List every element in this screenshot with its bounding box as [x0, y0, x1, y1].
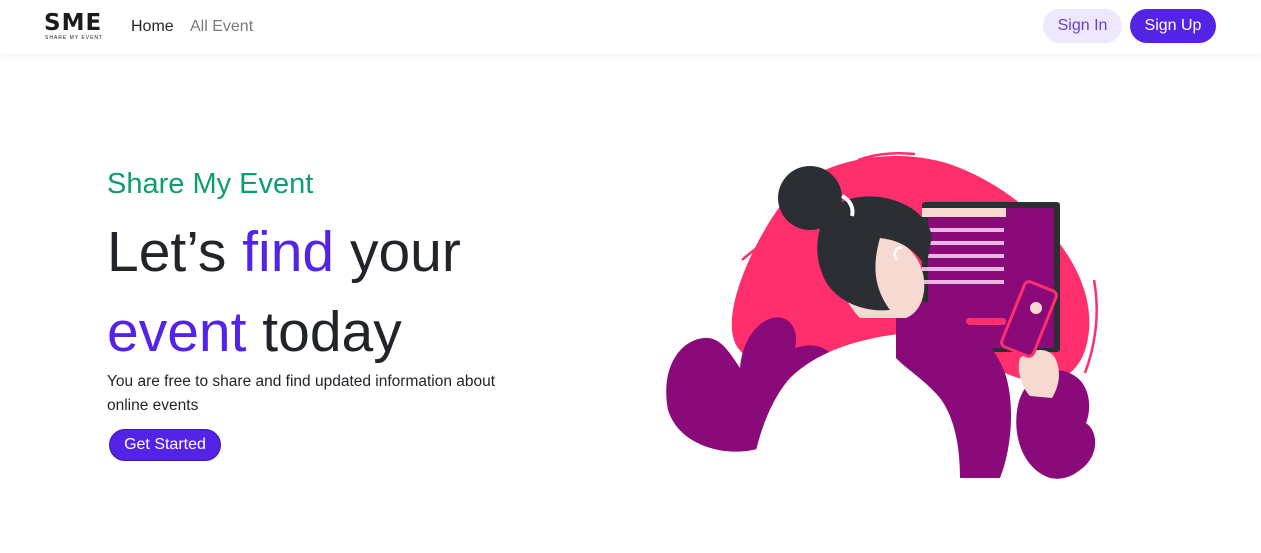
sign-up-button[interactable]: Sign Up	[1130, 9, 1216, 43]
top-navbar: SME SHARE MY EVENT Home All Event Sign I…	[0, 0, 1261, 54]
screen-line-4	[922, 267, 1004, 271]
screen-line-5	[922, 280, 1004, 284]
screen-line-1	[922, 228, 1004, 232]
nav-link-all-event[interactable]: All Event	[190, 17, 253, 37]
hero-illustration	[666, 152, 1099, 484]
brand-logo[interactable]: SME SHARE MY EVENT	[44, 10, 108, 44]
hair-bun	[778, 166, 842, 230]
headline-accent-event: event	[107, 300, 247, 364]
screen-button	[966, 318, 1006, 325]
logo-tagline: SHARE MY EVENT	[45, 35, 104, 41]
get-started-button[interactable]: Get Started	[109, 429, 221, 461]
headline-text-3: today	[246, 300, 402, 364]
sign-in-button[interactable]: Sign In	[1043, 9, 1122, 43]
hero-eyebrow: Share My Event	[107, 168, 314, 200]
phone-avatar-dot	[1030, 302, 1042, 314]
headline-text-1: Let’s	[107, 220, 243, 284]
headline-accent-find: find	[242, 220, 335, 284]
headline-text-2: your	[334, 220, 461, 284]
nav-link-home[interactable]: Home	[131, 17, 174, 37]
hero-description: You are free to share and find updated i…	[107, 373, 496, 414]
screen-line-3	[922, 254, 1004, 258]
logo-text: SME	[44, 10, 103, 36]
hero-headline: Let’s find your event today	[107, 212, 461, 372]
screen-line-2	[922, 241, 1004, 245]
screen-bar-1	[922, 208, 1006, 217]
